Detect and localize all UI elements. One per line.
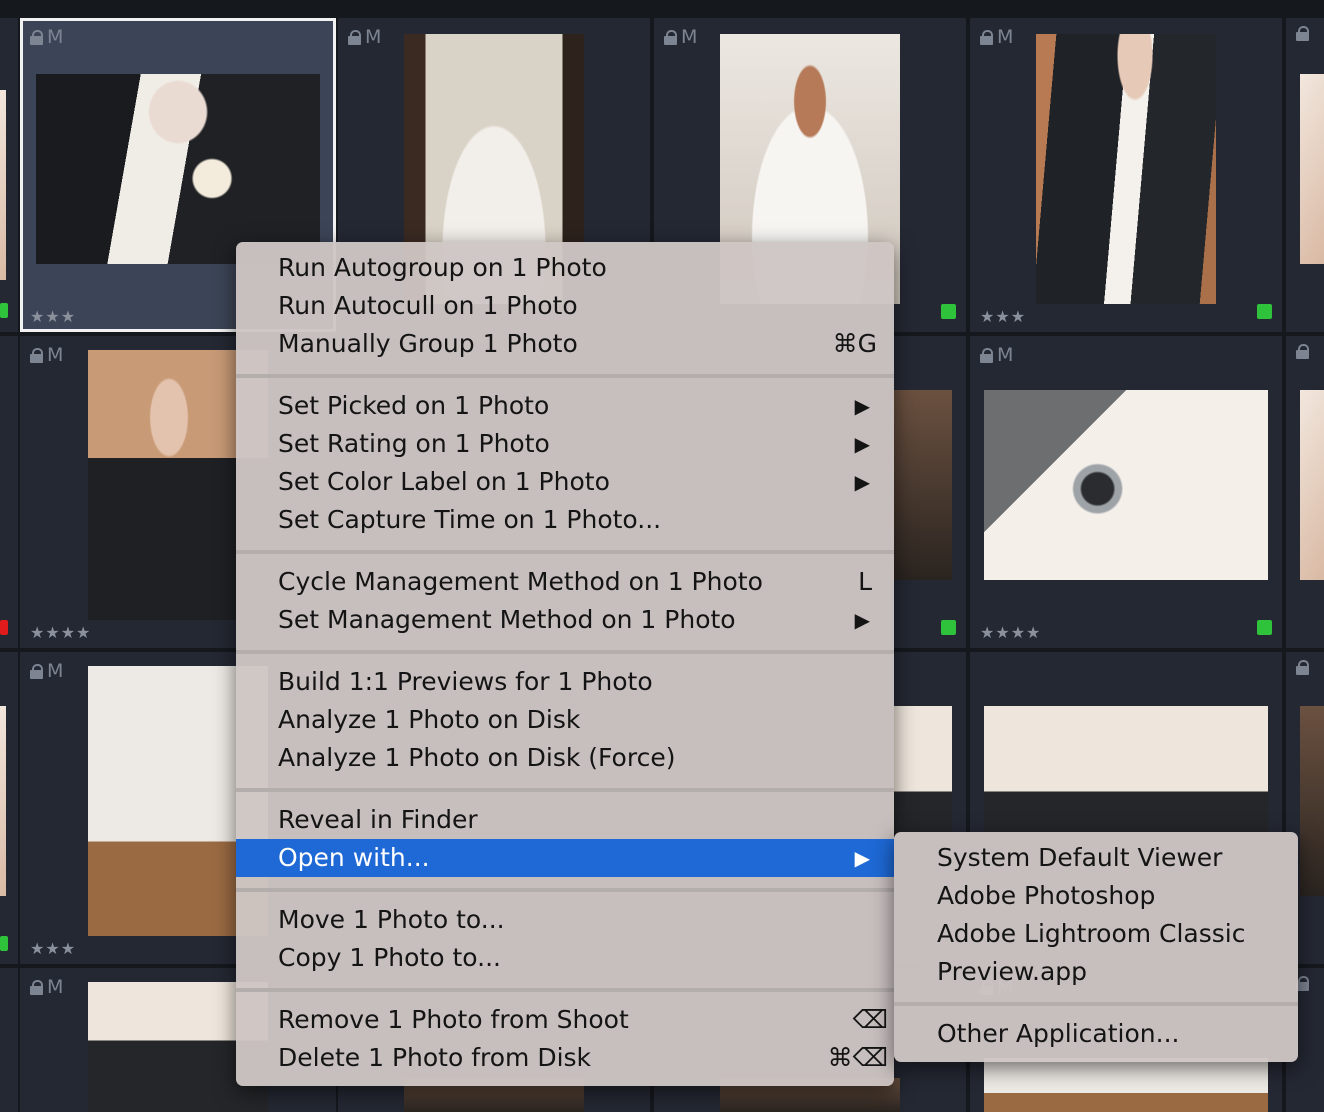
lock-icon	[980, 348, 993, 363]
photo-thumbnail[interactable]	[0, 90, 6, 280]
green-flag-icon	[1257, 304, 1272, 319]
management-badge: M	[681, 26, 698, 48]
submenu-item-preview-app[interactable]: Preview.app	[894, 953, 1298, 991]
menu-item-manually-group[interactable]: Manually Group 1 Photo ⌘G	[236, 325, 894, 363]
menu-item-delete-from-disk[interactable]: Delete 1 Photo from Disk ⌘⌫	[236, 1039, 894, 1077]
submenu-arrow-icon: ▶	[854, 394, 870, 418]
lock-icon	[1296, 660, 1309, 675]
management-badge: M	[47, 344, 64, 366]
menu-item-set-rating[interactable]: Set Rating on 1 Photo ▶	[236, 425, 894, 463]
green-flag-icon	[1257, 620, 1272, 635]
lock-icon	[980, 30, 993, 45]
lock-icon	[1296, 344, 1309, 359]
menu-item-analyze-on-disk[interactable]: Analyze 1 Photo on Disk	[236, 701, 894, 739]
green-flag-icon	[0, 303, 8, 318]
star-rating[interactable]: ★★★★	[980, 623, 1041, 642]
lock-icon	[30, 30, 43, 45]
submenu-item-other-application[interactable]: Other Application...	[894, 1015, 1298, 1053]
management-badge: M	[47, 26, 64, 48]
submenu-item-lightroom-classic[interactable]: Adobe Lightroom Classic	[894, 915, 1298, 953]
menu-item-copy-photo[interactable]: Copy 1 Photo to...	[236, 939, 894, 977]
photo-tile[interactable]: M ★★★	[970, 18, 1282, 332]
menu-item-build-previews[interactable]: Build 1:1 Previews for 1 Photo	[236, 663, 894, 701]
menu-item-set-color-label[interactable]: Set Color Label on 1 Photo ▶	[236, 463, 894, 501]
photo-thumbnail[interactable]	[1300, 390, 1324, 580]
photo-thumbnail[interactable]	[1300, 706, 1324, 896]
menu-item-set-picked[interactable]: Set Picked on 1 Photo ▶	[236, 387, 894, 425]
photo-thumbnail[interactable]	[1300, 74, 1324, 264]
shortcut-label: ⌘⌫	[827, 1043, 888, 1072]
menu-item-set-management-method[interactable]: Set Management Method on 1 Photo ▶	[236, 601, 894, 639]
submenu-item-adobe-photoshop[interactable]: Adobe Photoshop	[894, 877, 1298, 915]
menu-separator	[236, 374, 894, 378]
photo-tile[interactable]	[0, 968, 18, 1112]
context-menu: Run Autogroup on 1 Photo Run Autocull on…	[236, 242, 894, 1086]
menu-item-open-with[interactable]: Open with... ▶	[236, 839, 894, 877]
photo-tile[interactable]	[1286, 336, 1324, 648]
green-flag-icon	[941, 304, 956, 319]
star-rating[interactable]: ★★★	[30, 939, 76, 958]
lock-icon	[30, 664, 43, 679]
submenu-arrow-icon: ▶	[854, 846, 870, 870]
submenu-arrow-icon: ▶	[854, 432, 870, 456]
menu-separator	[236, 650, 894, 654]
photo-tile[interactable]	[0, 652, 18, 964]
menu-separator	[236, 888, 894, 892]
management-badge: M	[47, 660, 64, 682]
top-bar	[0, 0, 1324, 14]
red-flag-icon	[0, 620, 8, 635]
photo-tile[interactable]	[0, 18, 18, 332]
photo-thumbnail[interactable]	[894, 390, 952, 580]
menu-separator	[894, 1002, 1298, 1006]
photo-thumbnail[interactable]	[984, 390, 1268, 580]
photo-thumbnail[interactable]	[36, 74, 320, 264]
photo-thumbnail[interactable]	[1036, 34, 1216, 304]
submenu-arrow-icon: ▶	[854, 608, 870, 632]
shortcut-label: ⌫	[852, 1005, 888, 1034]
menu-item-analyze-on-disk-force[interactable]: Analyze 1 Photo on Disk (Force)	[236, 739, 894, 777]
management-badge: M	[997, 26, 1014, 48]
photo-thumbnail[interactable]	[984, 1058, 1268, 1112]
menu-item-cycle-management-method[interactable]: Cycle Management Method on 1 Photo L	[236, 563, 894, 601]
submenu-item-system-default-viewer[interactable]: System Default Viewer	[894, 839, 1298, 877]
photo-tile[interactable]	[0, 336, 18, 648]
management-badge: M	[997, 344, 1014, 366]
menu-item-remove-from-shoot[interactable]: Remove 1 Photo from Shoot ⌫	[236, 1001, 894, 1039]
menu-item-run-autogroup[interactable]: Run Autogroup on 1 Photo	[236, 249, 894, 287]
lock-icon	[664, 30, 677, 45]
menu-separator	[236, 788, 894, 792]
lock-icon	[30, 348, 43, 363]
star-rating[interactable]: ★★★	[980, 307, 1026, 326]
lock-icon	[1296, 26, 1309, 41]
lock-icon	[348, 30, 361, 45]
green-flag-icon	[0, 936, 8, 951]
submenu-arrow-icon: ▶	[854, 470, 870, 494]
management-badge: M	[365, 26, 382, 48]
menu-item-run-autocull[interactable]: Run Autocull on 1 Photo	[236, 287, 894, 325]
management-badge: M	[47, 976, 64, 998]
menu-separator	[236, 550, 894, 554]
menu-item-set-capture-time[interactable]: Set Capture Time on 1 Photo...	[236, 501, 894, 539]
open-with-submenu: System Default Viewer Adobe Photoshop Ad…	[894, 832, 1298, 1062]
photo-thumbnail[interactable]	[0, 706, 6, 896]
photo-tile[interactable]	[1286, 18, 1324, 332]
menu-item-move-photo[interactable]: Move 1 Photo to...	[236, 901, 894, 939]
menu-separator	[236, 988, 894, 992]
shortcut-label: ⌘G	[832, 329, 877, 358]
star-rating[interactable]: ★★★	[30, 307, 76, 326]
photo-tile[interactable]: M ★★★★	[970, 336, 1282, 648]
green-flag-icon	[941, 620, 956, 635]
menu-item-reveal-in-finder[interactable]: Reveal in Finder	[236, 801, 894, 839]
star-rating[interactable]: ★★★★	[30, 623, 91, 642]
shortcut-label: L	[858, 567, 872, 596]
lock-icon	[30, 980, 43, 995]
